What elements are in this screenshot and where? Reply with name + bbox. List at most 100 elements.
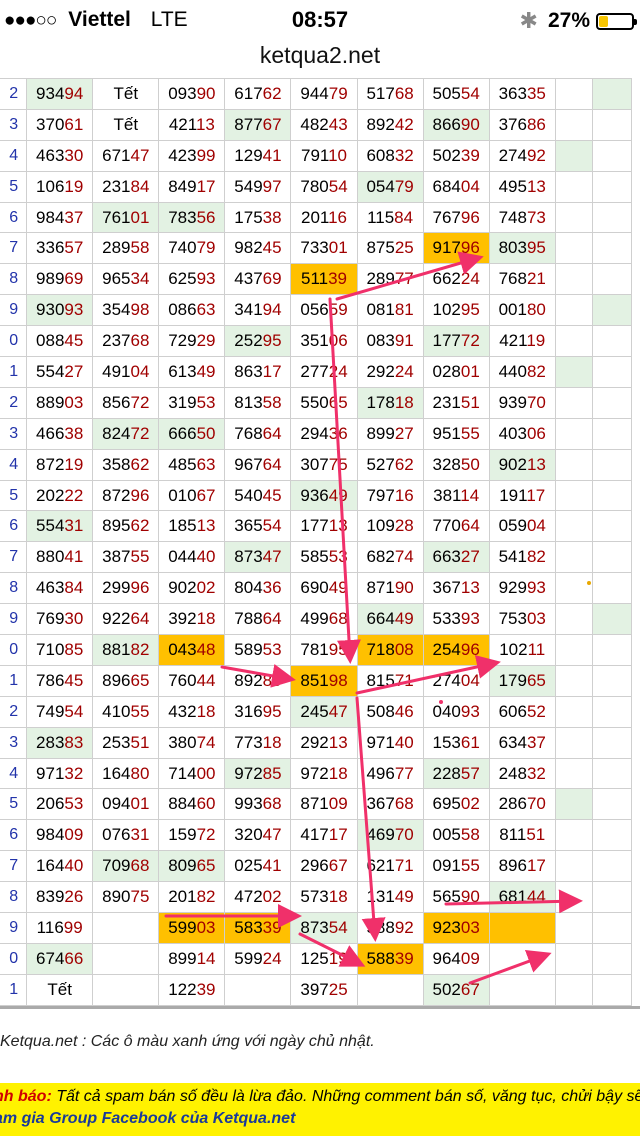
result-cell: 95155 (422, 417, 490, 450)
number-tail: 45 (64, 331, 84, 351)
result-cell: 08391 (356, 325, 424, 358)
number-head: 922 (102, 609, 131, 629)
number-tail: 95 (262, 331, 282, 351)
result-cell: 49513 (488, 170, 556, 203)
result-cell (488, 912, 556, 944)
number-tail: 68 (130, 856, 150, 876)
number-tail: 72 (130, 392, 150, 412)
number-tail: 41 (262, 145, 282, 165)
number-head: 206 (36, 794, 65, 814)
number-tail: 18 (328, 887, 348, 907)
table-row: 0 71085 88182 04348 58953 78195 71808 25496 1021… (0, 634, 633, 666)
number-head: 376 (498, 114, 527, 134)
result-cell: 47202 (224, 881, 292, 914)
number-tail: 83 (64, 732, 84, 752)
number-head: 982 (234, 238, 263, 258)
day-label: 5 (0, 788, 28, 821)
number-tail: 63 (196, 300, 216, 320)
result-cell: 10295 (422, 294, 490, 327)
number-tail: 85 (64, 639, 84, 659)
number-head: 773 (234, 732, 263, 752)
number-tail: 68 (130, 331, 150, 351)
number-tail: 17 (526, 485, 546, 505)
result-cell (356, 973, 424, 1006)
number-tail: 51 (526, 825, 546, 845)
number-head: 341 (234, 300, 263, 320)
result-cell: Tết (92, 78, 160, 110)
number-tail: 73 (526, 207, 546, 227)
legend-note: Ketqua.net : Các ô màu xanh ứng với ngày… (0, 1033, 375, 1050)
number-head: 116 (36, 917, 64, 937)
number-head: 010 (168, 485, 197, 505)
day-label: 7 (0, 541, 28, 574)
number-tail: 72 (196, 825, 216, 845)
result-cell (554, 819, 593, 852)
result-cell: 17772 (422, 325, 490, 358)
number-tail: 70 (526, 392, 546, 412)
result-cell (554, 294, 593, 327)
number-head: 505 (432, 83, 461, 103)
result-cell: 67147 (92, 139, 160, 172)
number-head: 367 (432, 578, 461, 598)
number-head: 871 (300, 794, 329, 814)
result-cell (488, 942, 556, 975)
table-row: 4 87219 35862 48563 96764 30775 52762 32850 9021… (0, 448, 633, 481)
result-cell: 85672 (92, 386, 160, 419)
number-tail: 01 (130, 794, 150, 814)
number-tail: 67 (328, 856, 348, 876)
number-head: 437 (234, 269, 263, 289)
number-tail: 79 (394, 176, 414, 196)
number-head: 527 (366, 454, 395, 474)
result-cell: 42399 (158, 139, 226, 172)
result-cell: 51768 (356, 78, 424, 110)
number-head: 179 (498, 670, 527, 690)
number-head: 028 (432, 361, 461, 381)
number-tail: 18 (196, 701, 216, 721)
result-cell: 29213 (290, 726, 358, 759)
result-cell (488, 973, 556, 1006)
result-cell: 04348 (158, 634, 226, 666)
number-head: 354 (102, 300, 131, 320)
result-cell: 01067 (158, 479, 226, 512)
number-tail: 66 (64, 948, 84, 968)
number-head: 336 (36, 238, 65, 258)
number-tail: 02 (460, 794, 480, 814)
number-tail: 36 (262, 578, 282, 598)
number-head: 320 (234, 825, 263, 845)
table-row: 7 16440 70968 80965 02541 29667 62171 09155 8961… (0, 850, 633, 883)
number-tail: 04 (526, 516, 546, 536)
number-head: 873 (300, 917, 329, 937)
group-link[interactable]: am gia Group Facebook của Ketqua.net (0, 1110, 295, 1128)
number-head: 890 (102, 887, 131, 907)
result-cell: 08181 (356, 294, 424, 327)
result-cell: 76930 (26, 603, 94, 636)
result-cell: 33657 (26, 232, 94, 265)
table-row: 7 33657 28958 74079 98245 73301 87525 91796 8039… (0, 232, 633, 265)
number-head: 164 (36, 856, 65, 876)
result-cell: 83926 (26, 881, 94, 914)
result-cell: 20182 (158, 881, 226, 914)
number-tail: 77 (394, 763, 414, 783)
number-tail: 13 (195, 114, 215, 134)
url-bar[interactable]: ketqua2.net (0, 42, 640, 69)
result-cell: 88903 (26, 386, 94, 419)
number-tail: 55 (130, 701, 150, 721)
result-cell: 88182 (92, 634, 160, 666)
result-cell: 73301 (290, 232, 358, 265)
day-label: 9 (0, 294, 28, 327)
number-head: 971 (36, 763, 65, 783)
result-cell: 92993 (488, 572, 556, 605)
number-head: 131 (366, 887, 395, 907)
number-tail: 32 (394, 145, 414, 165)
number-head: 695 (432, 794, 461, 814)
number-head: 201 (168, 887, 197, 907)
number-head: 718 (366, 639, 395, 659)
result-cell (591, 479, 633, 512)
result-cell: 81571 (356, 664, 424, 697)
number-tail: 57 (64, 238, 84, 258)
number-head: 710 (36, 639, 65, 659)
number-head: 292 (366, 361, 395, 381)
number-tail: 02 (196, 578, 216, 598)
number-tail: 71 (394, 856, 414, 876)
number-head: 177 (432, 331, 461, 351)
